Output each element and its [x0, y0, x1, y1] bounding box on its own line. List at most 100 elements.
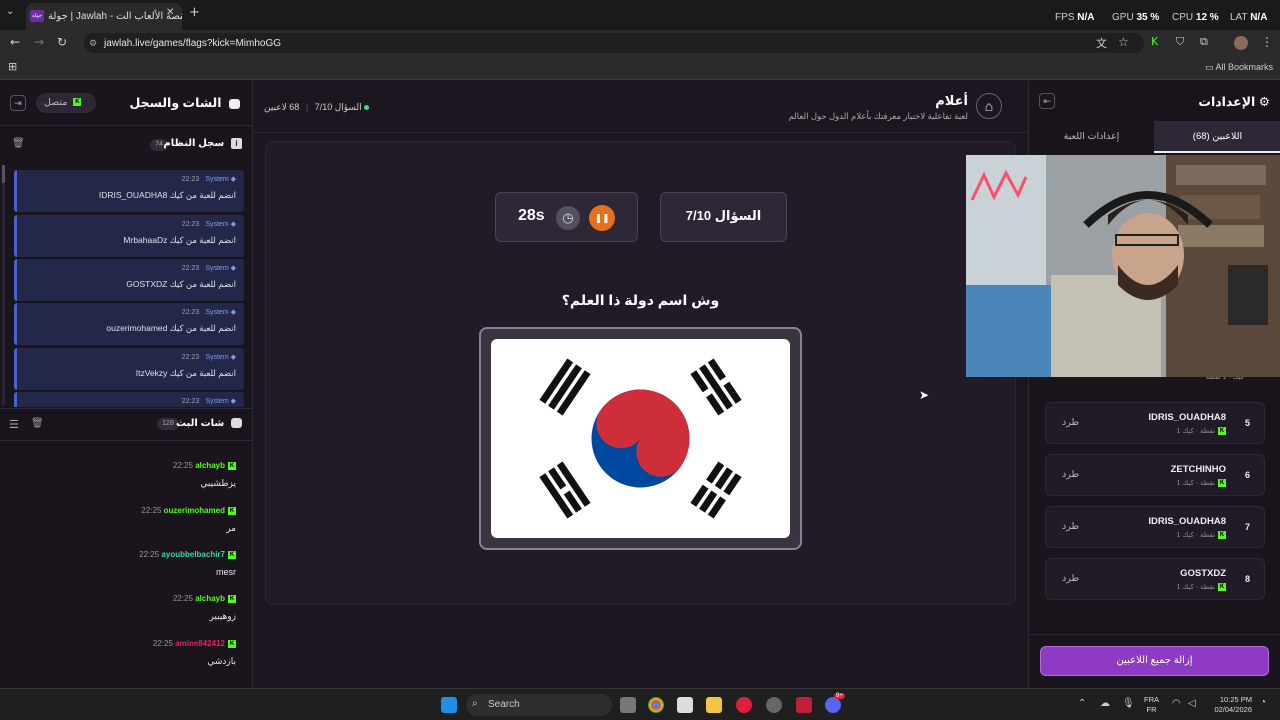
tray-chevron-icon[interactable]: ⌃	[1078, 698, 1086, 709]
player-name: GOSTXDZ	[1180, 568, 1226, 579]
kick-player-button[interactable]: طرد	[1062, 573, 1079, 584]
remove-all-players-button[interactable]: إزالة جميع اللاعبين	[1040, 646, 1269, 676]
player-rank: 8	[1244, 574, 1250, 584]
divider	[0, 125, 252, 126]
cpu-stat: CPU 12 %	[1172, 12, 1219, 23]
taskbar-search[interactable]: ⌕ Search	[466, 694, 612, 716]
shield-extension-icon[interactable]: ⛉	[1176, 35, 1184, 49]
trash-icon[interactable]: 🗑	[31, 418, 44, 429]
info-icon: i	[231, 138, 242, 149]
all-bookmarks[interactable]: ▭ All Bookmarks	[1205, 62, 1273, 73]
language-indicator[interactable]: FRA FR	[1144, 695, 1159, 715]
kick-icon: K	[228, 639, 236, 648]
extensions-icon[interactable]: ⧉	[1200, 35, 1208, 49]
left-panel-title-text: الشات والسجل	[129, 96, 222, 110]
menu-icon[interactable]: ⋮	[1261, 35, 1273, 49]
system-icon: ◆	[230, 398, 236, 405]
player-meta: 1 نقطة · كيك K	[1176, 479, 1226, 488]
microphone-icon[interactable]: 🎙	[1122, 698, 1135, 709]
log-message: 22:23 System ◆ IDRIS_OUADHA8 انضم للعبة م…	[14, 170, 244, 212]
address-bar[interactable]: ⚙ jawlah.live/games/flags?kick=MimhoGG	[84, 33, 1144, 53]
tab-title: جولة | Jawlah - منصة الألعاب الت...	[48, 11, 182, 22]
settings-title-text: الإعدادات	[1198, 95, 1256, 109]
kick-player-button[interactable]: طرد	[1062, 521, 1079, 532]
player-rank: 6	[1244, 470, 1250, 480]
kick-player-button[interactable]: طرد	[1062, 417, 1079, 428]
snipping-tool-icon[interactable]	[677, 697, 693, 713]
player-row: طرد ZETCHINHO 1 نقطة · كيك K 6	[1045, 454, 1265, 496]
system-log-title: سجل النظام	[163, 138, 225, 149]
question-short: السؤال 7/10	[314, 102, 362, 112]
file-explorer-icon[interactable]	[706, 697, 722, 713]
divider	[1029, 634, 1280, 635]
filter-icon[interactable]: ☰	[9, 418, 19, 431]
chat-username: alchayb	[195, 594, 225, 603]
chat-message: 22:25 alchayb K يزطشيبي	[172, 461, 236, 488]
kick-icon: K	[228, 461, 236, 470]
discord-icon[interactable]: 9+	[825, 693, 845, 713]
home-button[interactable]: ⌂	[976, 93, 1002, 119]
flag-frame	[479, 327, 802, 550]
kick-icon: K	[228, 506, 236, 515]
stream-chat-title: شات البث	[175, 418, 225, 429]
back-icon[interactable]: ←	[10, 35, 20, 49]
tab-favicon: جولة	[30, 10, 44, 22]
task-view-icon[interactable]	[620, 697, 636, 713]
opera-icon[interactable]	[736, 697, 752, 713]
onedrive-icon[interactable]: ☁	[1100, 698, 1110, 709]
apps-grid-icon[interactable]: ⊞	[8, 60, 17, 73]
profile-avatar[interactable]	[1234, 36, 1248, 50]
tab-players[interactable]: اللاعبين (68)	[1154, 121, 1280, 153]
chat-username: amine842412	[175, 639, 225, 648]
divider	[0, 408, 252, 409]
pause-button[interactable]: ❚❚	[589, 205, 615, 231]
wifi-icon[interactable]: ◠	[1172, 698, 1181, 709]
log-message: 22:23 System ◆ ouzerimohamed انضم للعبة م…	[14, 303, 244, 345]
tab-list-icon[interactable]: ⌄	[6, 6, 14, 17]
log-message: 22:23 System ◆	[14, 392, 244, 407]
site-info-icon[interactable]: ⚙	[89, 38, 97, 49]
bookmark-star-icon[interactable]: ☆	[1118, 35, 1129, 49]
log-message: 22:23 System ◆ GOSTXDZ انضم للعبة من كيك	[14, 259, 244, 301]
log-message: 22:23 System ◆ ItzVekzy انضم للعبة من كيك	[14, 348, 244, 390]
divider	[0, 440, 252, 441]
system-icon: ◆	[230, 265, 236, 272]
trash-icon[interactable]: 🗑	[12, 138, 25, 149]
clock-icon: ◷	[556, 206, 580, 230]
tab-game-settings[interactable]: إعدادات اللعبة	[1029, 121, 1154, 153]
collapse-panel-icon[interactable]: ⇥	[10, 95, 26, 111]
obs-icon[interactable]	[766, 697, 782, 713]
player-meta: 1 نقطة · كيك K	[1176, 427, 1226, 436]
reload-icon[interactable]: ↻	[57, 35, 67, 49]
translate-icon[interactable]: 文	[1096, 35, 1107, 51]
player-row: طرد IDRIS_OUADHA8 1 نقطة · كيك K 7	[1045, 506, 1265, 548]
lat-stat: LAT N/A	[1230, 12, 1268, 23]
stream-chat-header[interactable]: شات البث	[176, 418, 242, 429]
app-icon[interactable]	[796, 697, 812, 713]
game-area: السؤال 7/10 | 68 لاعبين ⌂ أعلام لعبة تفا…	[253, 81, 1028, 688]
chat-message: 22:25 ouzerimohamed K مر	[141, 506, 236, 533]
kick-player-button[interactable]: طرد	[1062, 469, 1079, 480]
notification-bell-icon[interactable]: ◔	[1260, 697, 1266, 708]
system-log-header[interactable]: سجل النظام i	[163, 138, 242, 149]
forward-icon[interactable]: →	[34, 35, 44, 49]
online-dot	[364, 105, 370, 111]
browser-tab[interactable]: جولة جولة | Jawlah - منصة الألعاب الت...	[26, 3, 182, 30]
collapse-panel-icon[interactable]: ⇤	[1039, 93, 1055, 109]
game-status: السؤال 7/10 | 68 لاعبين	[264, 102, 370, 113]
question-text: وش اسم دولة ذا العلم؟	[561, 292, 720, 308]
url-text: jawlah.live/games/flags?kick=MimhoGG	[104, 38, 282, 49]
system-log-list: 22:23 System ◆ IDRIS_OUADHA8 انضم للعبة م…	[0, 169, 252, 407]
pause-icon: ❚❚	[594, 213, 610, 223]
windows-start-icon[interactable]	[441, 697, 457, 713]
chrome-icon[interactable]	[648, 697, 664, 713]
game-title: أعلام	[935, 93, 968, 108]
volume-icon[interactable]: ◁	[1188, 698, 1196, 709]
player-name: IDRIS_OUADHA8	[1148, 412, 1226, 423]
webcam-image	[966, 155, 1280, 377]
clock[interactable]: 10:25 PM 02/04/2026	[1208, 695, 1252, 715]
mouse-cursor-icon: ➤	[919, 388, 930, 402]
new-tab-icon[interactable]: +	[189, 5, 200, 20]
close-tab-icon[interactable]: ✕	[166, 7, 174, 18]
kick-extension-icon[interactable]: K	[1151, 35, 1158, 48]
